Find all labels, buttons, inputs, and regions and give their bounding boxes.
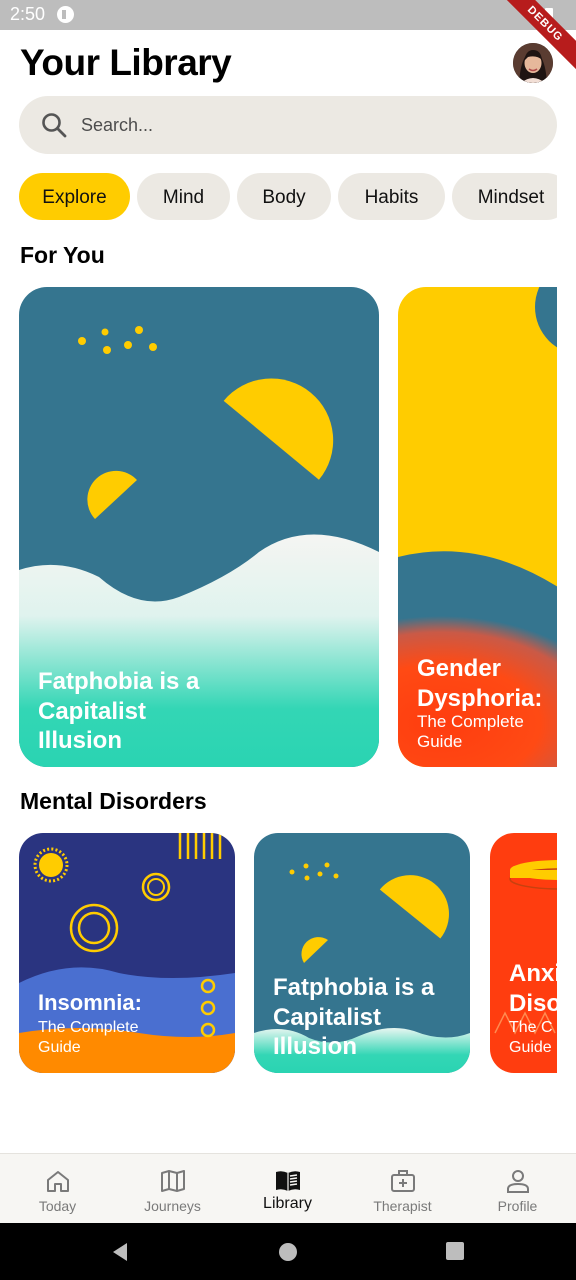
nav-item-library[interactable]: Library xyxy=(230,1154,345,1224)
search-input[interactable] xyxy=(81,96,521,154)
section-title-for-you: For You xyxy=(20,242,105,268)
chip-body[interactable]: Body xyxy=(237,173,331,220)
card-title: Fatphobia is a Capitalist Illusion xyxy=(38,668,200,755)
chip-mindset[interactable]: Mindset xyxy=(452,173,557,220)
nav-label: Today xyxy=(38,1198,77,1214)
chip-mind[interactable]: Mind xyxy=(137,173,230,220)
book-icon xyxy=(276,1171,300,1191)
search-icon xyxy=(42,113,67,138)
system-navigation-bar xyxy=(0,1223,576,1280)
nav-item-journeys[interactable]: Journeys xyxy=(115,1154,230,1224)
home-icon xyxy=(47,1171,69,1192)
back-icon[interactable] xyxy=(110,1242,130,1262)
card-title: Anxi Diso xyxy=(509,960,557,1017)
card-title: Gender Dysphoria: xyxy=(417,655,543,712)
nav-item-profile[interactable]: Profile xyxy=(460,1154,575,1224)
medical-bag-icon xyxy=(391,1170,415,1192)
page-title: Your Library xyxy=(20,42,232,83)
card-fatphobia[interactable]: Fatphobia is a Capitalist Illusion xyxy=(19,287,379,767)
card-subtitle: The C Guide xyxy=(509,1019,553,1056)
user-avatar-icon xyxy=(513,43,553,83)
section-title-mental-disorders: Mental Disorders xyxy=(20,788,207,814)
card-subtitle: The Complete Guide xyxy=(417,712,524,752)
card-gender-dysphoria[interactable]: Gender Dysphoria: The Complete Guide xyxy=(398,287,557,767)
card-clip: Gender Dysphoria: The Complete Guide xyxy=(398,287,557,767)
nav-label: Journeys xyxy=(144,1198,201,1214)
chip-explore[interactable]: Explore xyxy=(19,173,130,220)
chip-habits[interactable]: Habits xyxy=(338,173,445,220)
card-anxiety[interactable]: Anxi Diso The C Guide xyxy=(490,833,557,1073)
home-button-icon[interactable] xyxy=(278,1242,298,1262)
person-icon xyxy=(507,1170,529,1193)
card-title: Fatphobia is a Capitalist Illusion xyxy=(273,974,435,1061)
card-subtitle: The Complete Guide xyxy=(38,1019,139,1056)
recents-icon[interactable] xyxy=(446,1242,464,1260)
map-icon xyxy=(161,1170,185,1192)
nav-label: Therapist xyxy=(373,1198,432,1214)
card-clip: Anxi Diso The C Guide xyxy=(490,833,557,1073)
category-chips: Explore Mind Body Habits Mindset xyxy=(19,173,557,221)
avatar[interactable] xyxy=(513,43,553,83)
nav-item-therapist[interactable]: Therapist xyxy=(345,1154,460,1224)
nav-label: Profile xyxy=(497,1198,538,1214)
card-insomnia[interactable]: Insomnia: The Complete Guide xyxy=(19,833,235,1073)
nav-label: Library xyxy=(263,1195,312,1212)
app-notification-icon xyxy=(57,6,74,23)
card-fatphobia-small[interactable]: Fatphobia is a Capitalist Illusion xyxy=(254,833,470,1073)
card-title: Insomnia: xyxy=(38,990,142,1015)
search-bar[interactable] xyxy=(19,96,557,154)
status-bar: 2:50 xyxy=(0,0,576,30)
status-time: 2:50 xyxy=(10,4,46,24)
bottom-navigation: Today Journeys Library Therapist Profile xyxy=(0,1153,576,1223)
nav-item-today[interactable]: Today xyxy=(0,1154,115,1224)
